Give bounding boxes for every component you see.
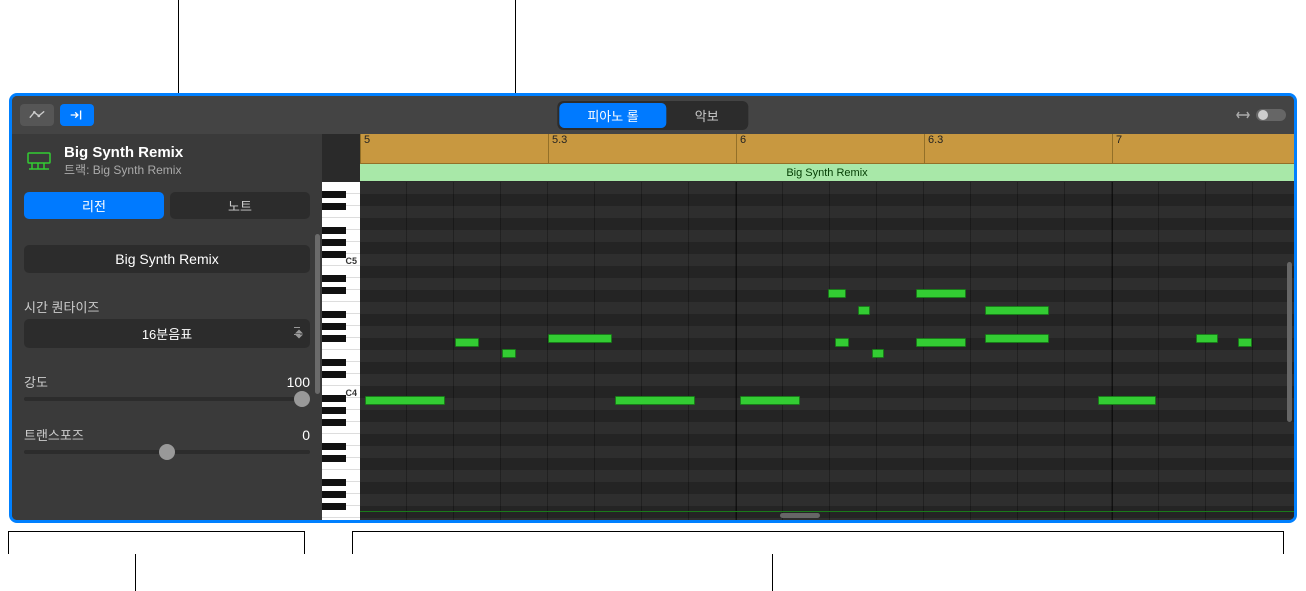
ruler-mark: 5.3 — [548, 134, 567, 163]
ruler-mark: 5 — [360, 134, 370, 163]
inspector-panel: Big Synth Remix 트랙: Big Synth Remix 리전 노… — [12, 134, 322, 520]
automation-tool-button[interactable] — [20, 104, 54, 126]
inspector-tab-note[interactable]: 노트 — [170, 192, 310, 219]
midi-note[interactable] — [502, 349, 516, 358]
midi-note[interactable] — [835, 338, 849, 347]
black-key[interactable] — [322, 239, 346, 246]
region-name-field[interactable]: Big Synth Remix — [24, 245, 310, 273]
zoom-slider[interactable] — [1256, 109, 1286, 121]
note-grid-area: 5 5.3 6 6.3 7 Big Synth Remix C5 C4 — [322, 134, 1294, 520]
region-clip-bar[interactable]: Big Synth Remix — [360, 164, 1294, 182]
midi-note[interactable] — [985, 334, 1049, 343]
catch-playhead-button[interactable] — [60, 104, 94, 126]
black-key[interactable] — [322, 227, 346, 234]
ruler-mark: 7 — [1112, 134, 1122, 163]
black-key[interactable] — [322, 287, 346, 294]
strength-value[interactable]: 100 — [287, 374, 310, 390]
transpose-label: 트랜스포즈 — [24, 425, 84, 444]
vertical-scrollbar[interactable] — [1287, 262, 1292, 422]
piano-roll-editor: 피아노 롤 악보 Big Synth Remix 트랙: Big Synth R… — [9, 93, 1297, 523]
piano-keyboard[interactable]: C5 C4 — [322, 182, 360, 520]
view-tabs: 피아노 롤 악보 — [557, 101, 748, 130]
midi-note[interactable] — [615, 396, 695, 405]
midi-note[interactable] — [365, 396, 445, 405]
editor-toolbar: 피아노 롤 악보 — [12, 96, 1294, 134]
strength-label: 강도 — [24, 372, 48, 391]
inspector-scrollbar[interactable] — [315, 234, 320, 394]
black-key[interactable] — [322, 275, 346, 282]
midi-note[interactable] — [740, 396, 800, 405]
instrument-icon — [24, 149, 54, 173]
tab-score[interactable]: 악보 — [667, 103, 747, 128]
transpose-slider[interactable] — [24, 450, 310, 454]
midi-note[interactable] — [1238, 338, 1252, 347]
black-key[interactable] — [322, 443, 346, 450]
time-ruler[interactable]: 5 5.3 6 6.3 7 — [360, 134, 1294, 164]
midi-note[interactable] — [455, 338, 479, 347]
region-track-label: 트랙: Big Synth Remix — [64, 161, 183, 178]
transpose-value[interactable]: 0 — [302, 427, 310, 443]
black-key[interactable] — [322, 503, 346, 510]
ruler-mark: 6 — [736, 134, 746, 163]
region-name: Big Synth Remix — [64, 144, 183, 161]
black-key[interactable] — [322, 455, 346, 462]
black-key[interactable] — [322, 491, 346, 498]
midi-note[interactable] — [548, 334, 612, 343]
midi-note[interactable] — [858, 306, 870, 315]
horizontal-scrollbar[interactable] — [780, 513, 820, 518]
midi-note-grid[interactable] — [360, 182, 1294, 520]
midi-note[interactable] — [828, 289, 846, 298]
black-key[interactable] — [322, 395, 346, 402]
black-key[interactable] — [322, 311, 346, 318]
key-label-c4: C4 — [345, 388, 357, 398]
midi-note[interactable] — [916, 338, 966, 347]
black-key[interactable] — [322, 359, 346, 366]
black-key[interactable] — [322, 203, 346, 210]
midi-note[interactable] — [916, 289, 966, 298]
midi-note[interactable] — [1098, 396, 1156, 405]
midi-note[interactable] — [1196, 334, 1218, 343]
black-key[interactable] — [322, 335, 346, 342]
quantize-label: 시간 퀀타이즈 — [24, 297, 310, 316]
black-key[interactable] — [322, 407, 346, 414]
black-key[interactable] — [322, 371, 346, 378]
black-key[interactable] — [322, 251, 346, 258]
strength-slider[interactable] — [24, 397, 310, 401]
black-key[interactable] — [322, 419, 346, 426]
quantize-select[interactable]: 16분음표 — [24, 319, 310, 348]
ruler-mark: 6.3 — [924, 134, 943, 163]
tab-piano-roll[interactable]: 피아노 롤 — [559, 103, 666, 128]
black-key[interactable] — [322, 191, 346, 198]
midi-note[interactable] — [985, 306, 1049, 315]
inspector-tab-region[interactable]: 리전 — [24, 192, 164, 219]
black-key[interactable] — [322, 323, 346, 330]
midi-note[interactable] — [872, 349, 884, 358]
black-key[interactable] — [322, 479, 346, 486]
horizontal-zoom[interactable] — [1235, 109, 1286, 121]
key-label-c5: C5 — [345, 256, 357, 266]
